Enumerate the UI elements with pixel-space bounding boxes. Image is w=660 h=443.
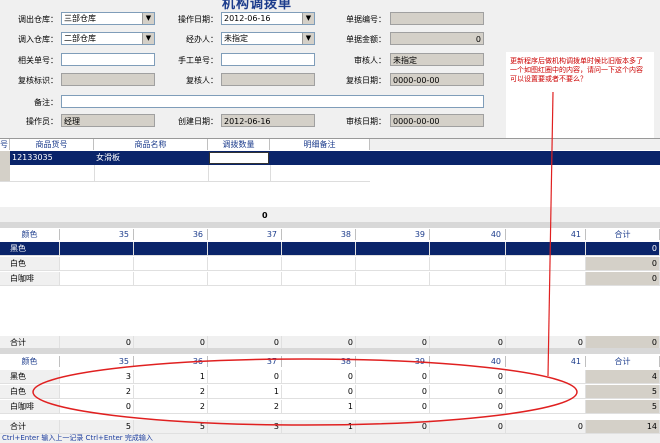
- annotation-ellipse: [32, 358, 578, 426]
- annotation-overlay: [32, 91, 578, 426]
- annotation-arrow-line: [547, 91, 554, 377]
